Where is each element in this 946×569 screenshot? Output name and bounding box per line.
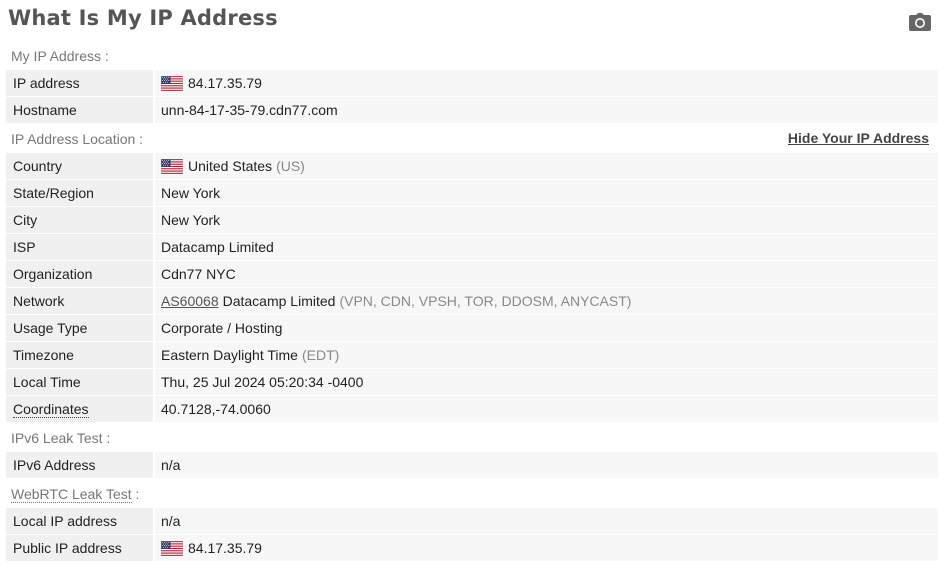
table-row: Local Time Thu, 25 Jul 2024 05:20:34 -04… (6, 369, 938, 395)
row-label: Local Time (6, 369, 153, 395)
country-code: (US) (276, 158, 305, 174)
table-row: State/Region New York (6, 180, 938, 206)
hide-ip-link[interactable]: Hide Your IP Address (788, 130, 929, 146)
table-row: Public IP address 84.17.35.79 (6, 535, 938, 561)
table-row: Coordinates 40.7128,-74.0060 (6, 396, 938, 422)
timezone-text: Eastern Daylight Time (161, 347, 298, 363)
table-row: Timezone Eastern Daylight Time (EDT) (6, 342, 938, 368)
ip-address-text: 84.17.35.79 (188, 75, 262, 91)
network-name: Datacamp Limited (222, 293, 336, 309)
section-ipv6-label: IPv6 Leak Test : (11, 430, 111, 446)
row-label: Local IP address (6, 508, 153, 534)
row-label: Public IP address (6, 535, 153, 561)
row-label: Usage Type (6, 315, 153, 341)
table-row: Network AS60068 Datacamp Limited (VPN, C… (6, 288, 938, 314)
us-flag-icon (161, 159, 183, 174)
ip-address-value: 84.17.35.79 (155, 70, 938, 96)
coordinates-label[interactable]: Coordinates (13, 401, 89, 418)
public-ip-text: 84.17.35.79 (188, 540, 262, 556)
table-row: Country United States (US) (6, 153, 938, 179)
row-label: IPv6 Address (6, 452, 153, 478)
local-ip-value: n/a (155, 508, 938, 534)
row-label: Country (6, 153, 153, 179)
local-time-value: Thu, 25 Jul 2024 05:20:34 -0400 (155, 369, 938, 395)
country-text: United States (188, 158, 273, 174)
table-row: Local IP address n/a (6, 508, 938, 534)
network-value: AS60068 Datacamp Limited (VPN, CDN, VPSH… (155, 288, 938, 314)
hostname-value: unn-84-17-35-79.cdn77.com (155, 97, 938, 123)
row-label: Organization (6, 261, 153, 287)
timezone-value: Eastern Daylight Time (EDT) (155, 342, 938, 368)
table-row: IP address 84.17.35.79 (6, 70, 938, 96)
row-label: Coordinates (6, 396, 153, 422)
row-label: City (6, 207, 153, 233)
table-row: Usage Type Corporate / Hosting (6, 315, 938, 341)
row-label: State/Region (6, 180, 153, 206)
coordinates-value: 40.7128,-74.0060 (155, 396, 938, 422)
timezone-abbr: (EDT) (301, 347, 340, 363)
city-value: New York (155, 207, 938, 233)
table-row: IPv6 Address n/a (6, 452, 938, 478)
section-webrtc-label: WebRTC Leak Test : (11, 486, 140, 503)
us-flag-icon (161, 541, 183, 556)
webrtc-label-suffix: : (131, 486, 140, 502)
network-tags: (VPN, CDN, VPSH, TOR, DDOSM, ANYCAST) (339, 293, 632, 309)
my-ip-table: IP address 84.17.35.79 Hostname unn-84-1… (6, 70, 938, 124)
row-label: Hostname (6, 97, 153, 123)
row-label: ISP (6, 234, 153, 260)
us-flag-icon (161, 76, 183, 91)
section-my-ip-label: My IP Address : (11, 48, 109, 64)
table-row: Organization Cdn77 NYC (6, 261, 938, 287)
section-location-label: IP Address Location : (11, 131, 144, 147)
webrtc-table: Local IP address n/a Public IP address 8… (6, 508, 938, 562)
table-row: ISP Datacamp Limited (6, 234, 938, 260)
camera-icon[interactable] (909, 13, 931, 31)
table-row: Hostname unn-84-17-35-79.cdn77.com (6, 97, 938, 123)
location-table: Country United States (US) State/Region … (6, 153, 938, 423)
table-row: City New York (6, 207, 938, 233)
usage-type-value: Corporate / Hosting (155, 315, 938, 341)
ipv6-table: IPv6 Address n/a (6, 452, 938, 479)
row-label: Network (6, 288, 153, 314)
asn-link[interactable]: AS60068 (161, 288, 219, 314)
row-label: IP address (6, 70, 153, 96)
page-title: What Is My IP Address (8, 6, 278, 30)
public-ip-value: 84.17.35.79 (155, 535, 938, 561)
isp-value: Datacamp Limited (155, 234, 938, 260)
organization-value: Cdn77 NYC (155, 261, 938, 287)
webrtc-label-text[interactable]: WebRTC Leak Test (11, 486, 132, 503)
ipv6-address-value: n/a (155, 452, 938, 478)
country-value: United States (US) (155, 153, 938, 179)
row-label: Timezone (6, 342, 153, 368)
state-value: New York (155, 180, 938, 206)
